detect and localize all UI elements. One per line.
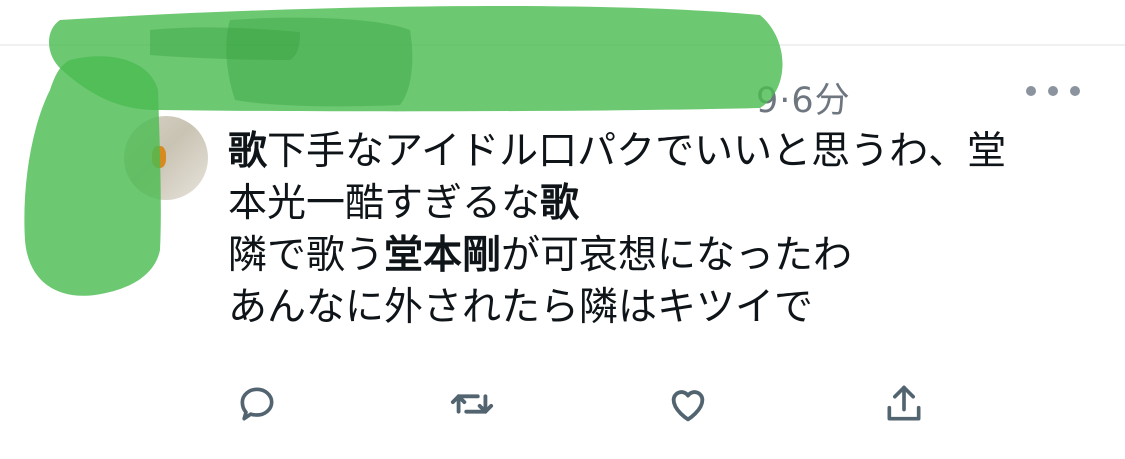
like-button[interactable] [664,380,712,428]
tweet-text-segment: 本光一酷すぎるな [228,181,541,226]
highlighted-keyword: 堂本剛 [384,233,502,278]
tweet-line: 隣で歌う堂本剛が可哀想になったわ [228,230,1108,282]
avatar-detail [152,146,166,168]
highlighted-keyword: 歌 [540,181,580,226]
tweet-action-bar [0,380,1125,428]
reply-button[interactable] [233,380,281,428]
tweet-text-segment: 下手なアイドル口パクでいいと思うわ、堂 [267,129,1007,174]
tweet-text: 歌下手なアイドル口パクでいいと思うわ、堂 本光一酷すぎるな歌 隣で歌う堂本剛が可… [228,126,1108,334]
avatar[interactable] [124,116,208,200]
tweet-text-segment: が可哀想になったわ [501,233,853,278]
heart-icon [671,390,705,422]
tweet-text-segment: あんなに外されたら隣はキツイで [228,285,814,330]
more-options-button[interactable] [1026,86,1082,100]
top-divider [0,44,1125,46]
retweet-icon [450,394,494,414]
more-horizontal-icon [1026,86,1036,96]
highlighted-keyword: 歌 [228,129,268,174]
more-dot [1048,86,1058,96]
tweet-line: 本光一酷すぎるな歌 [228,178,1108,230]
share-icon [887,385,921,421]
reply-icon [240,387,274,421]
tweet-line: 歌下手なアイドル口パクでいいと思うわ、堂 [228,126,1108,178]
tweet-line: あんなに外されたら隣はキツイで [228,282,1108,334]
share-button[interactable] [880,380,928,428]
tweet-text-segment: 隣で歌う [228,233,385,278]
tweet-timestamp[interactable]: 9·6分 [756,72,851,123]
more-dot [1070,86,1080,96]
retweet-button[interactable] [448,380,496,428]
